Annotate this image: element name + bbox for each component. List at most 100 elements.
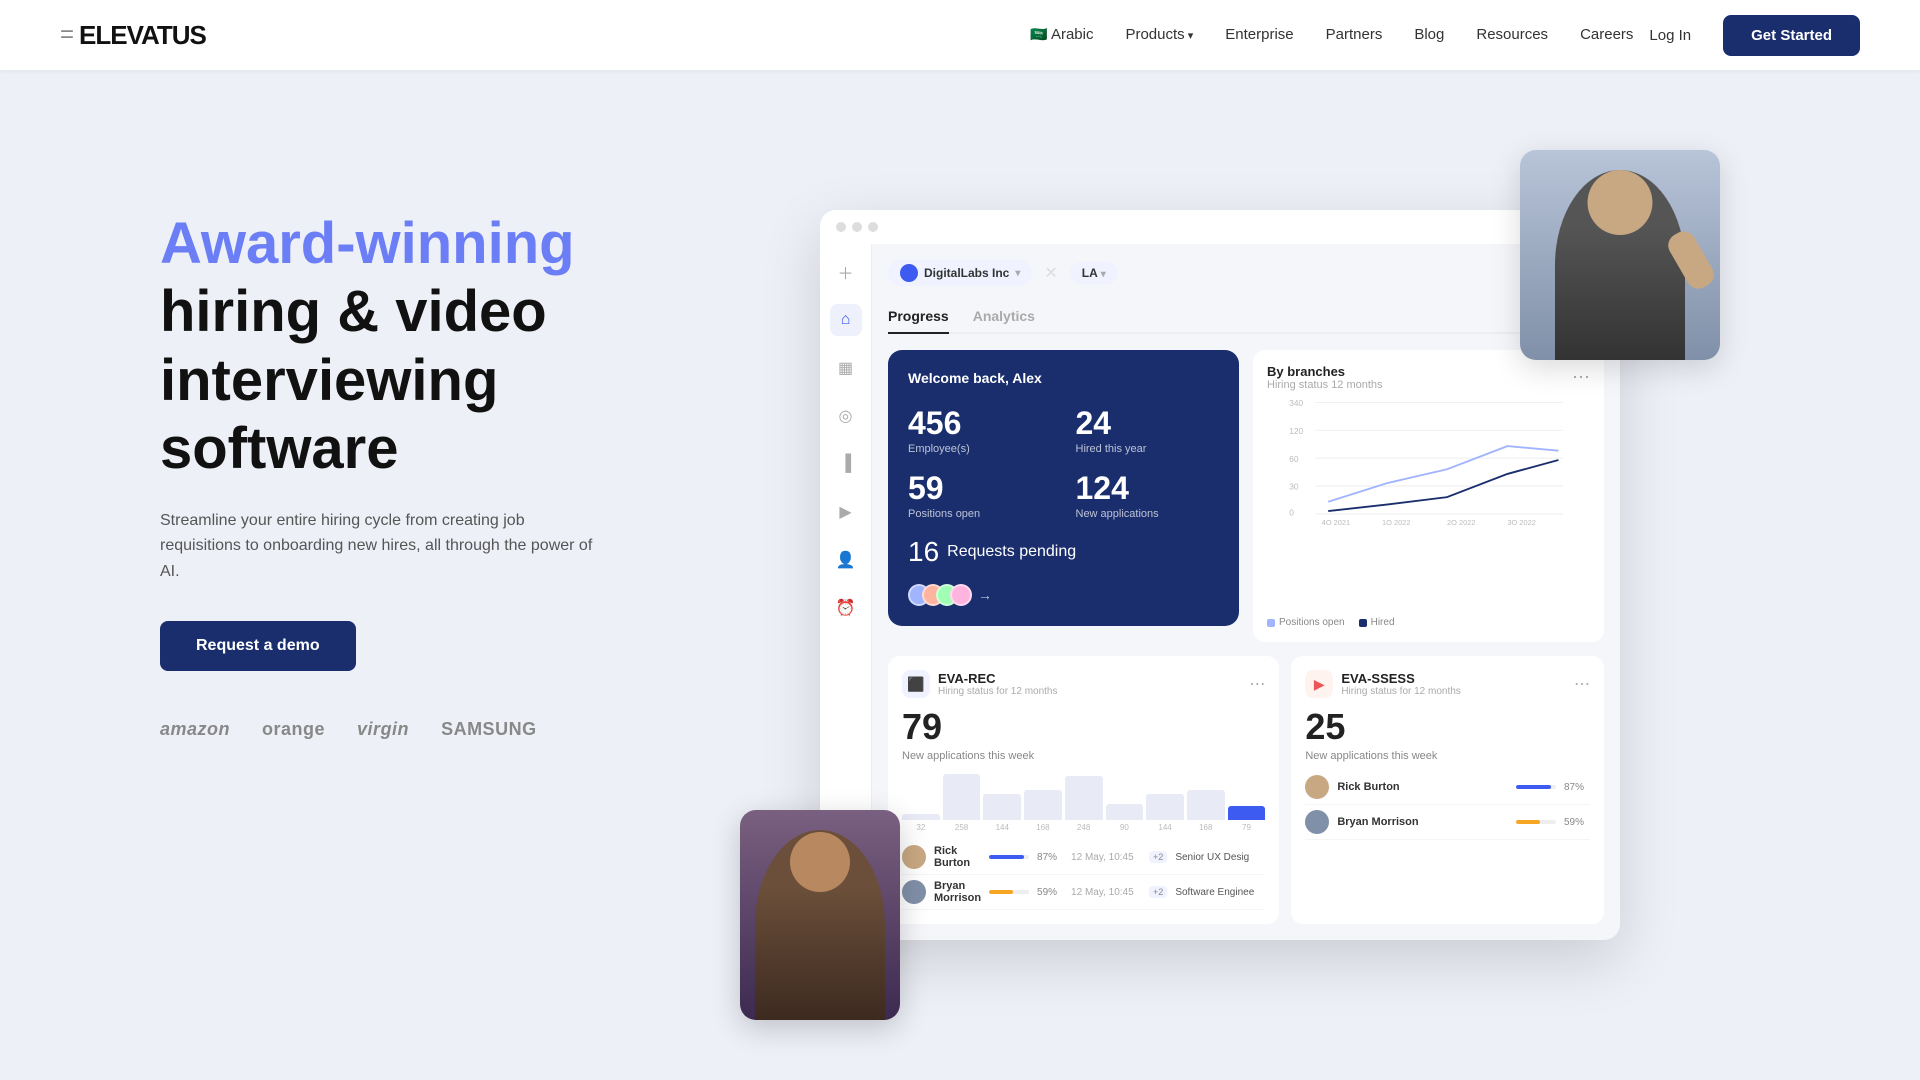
eva-rec-period: Hiring status for 12 months (938, 686, 1058, 697)
bryan-date: 12 May, 10:45 (1071, 887, 1141, 898)
tab-analytics[interactable]: Analytics (973, 302, 1035, 332)
products-row: ⬛ EVA-REC Hiring status for 12 months ⋯ … (888, 656, 1604, 924)
nav-enterprise[interactable]: Enterprise (1225, 26, 1293, 43)
bar-label-8: 79 (1228, 823, 1266, 832)
bryan-name: Bryan Morrison (934, 880, 981, 904)
rick-plus: +2 (1149, 851, 1167, 863)
company-badge[interactable]: DigitalLabs Inc ▾ (888, 260, 1032, 286)
eva-ssess-icon: ▶ (1305, 670, 1333, 698)
person-row-bryan: Bryan Morrison 59% 12 May, 10:45 +2 Soft… (902, 875, 1265, 910)
sidebar-clock-icon[interactable]: ⏰ (830, 592, 862, 624)
sidebar-person-icon[interactable]: 👤 (830, 544, 862, 576)
ssess-rick-pct: 87% (1564, 782, 1590, 793)
site-logo: =ELEVATUS (60, 20, 206, 51)
product-eva-rec: ⬛ EVA-REC Hiring status for 12 months ⋯ … (888, 656, 1279, 924)
sidebar-chart-icon[interactable]: ◎ (830, 400, 862, 432)
arrow-icon[interactable]: → (978, 587, 992, 603)
rick-role: Senior UX Desig (1175, 852, 1265, 863)
stat-positions: 59 Positions open (908, 471, 1052, 520)
sidebar-home-icon[interactable]: ⌂ (830, 304, 862, 336)
svg-text:4Q 2021: 4Q 2021 (1322, 518, 1350, 525)
titlebar-dot-3 (868, 222, 878, 232)
eva-ssess-menu[interactable]: ⋯ (1574, 674, 1590, 694)
dashboard-window: ＋ ⌂ ▦ ◎ ▐ ▶ 👤 ⏰ DigitalLabs Inc (820, 210, 1620, 940)
rick-avatar (902, 845, 926, 869)
nav-careers[interactable]: Careers (1580, 26, 1633, 43)
samsung-logo: SAMSUNG (441, 719, 537, 740)
eva-rec-icon: ⬛ (902, 670, 930, 698)
bar-5 (1106, 804, 1144, 820)
amazon-logo: amazon (160, 719, 230, 740)
eva-rec-menu[interactable]: ⋯ (1249, 674, 1265, 694)
svg-text:2Q 2022: 2Q 2022 (1447, 518, 1475, 525)
eva-rec-big-num: 79 (902, 706, 1265, 748)
stats-card: Welcome back, Alex 456 Employee(s) 24 Hi… (888, 350, 1239, 626)
eva-rec-name: EVA-REC (938, 671, 1058, 686)
stat-employees: 456 Employee(s) (908, 406, 1052, 455)
nav-blog[interactable]: Blog (1414, 26, 1444, 43)
demo-button[interactable]: Request a demo (160, 621, 356, 671)
bar-4 (1065, 776, 1103, 820)
hero-section: Award-winning hiring & video interviewin… (0, 70, 1920, 1080)
nav-products[interactable]: Products (1125, 26, 1193, 43)
eva-rec-bar-labels: 322581441682489014416879 (902, 823, 1265, 832)
hero-right: ＋ ⌂ ▦ ◎ ▐ ▶ 👤 ⏰ DigitalLabs Inc (740, 130, 1800, 1080)
bryan-progress (989, 890, 1029, 894)
sidebar-video-icon[interactable]: ▶ (830, 496, 862, 528)
bar-0 (902, 814, 940, 820)
stat-applications: 124 New applications (1076, 471, 1220, 520)
product-eva-ssess: ▶ EVA-SSESS Hiring status for 12 months … (1291, 656, 1604, 924)
sidebar-add-icon[interactable]: ＋ (830, 256, 862, 288)
eva-rec-candidates: Rick Burton 87% 12 May, 10:45 +2 Senior … (902, 840, 1265, 910)
eva-ssess-period: Hiring status for 12 months (1341, 686, 1461, 697)
avatar-4 (950, 584, 972, 606)
stats-footer: 16 Requests pending (908, 536, 1219, 568)
svg-text:340: 340 (1289, 398, 1303, 408)
bryan-role: Software Enginee (1175, 887, 1265, 898)
person-image-bottom (740, 810, 900, 1020)
login-button[interactable]: Log In (1633, 19, 1707, 52)
rick-name: Rick Burton (934, 845, 981, 869)
bar-8 (1228, 806, 1266, 820)
svg-text:1Q 2022: 1Q 2022 (1382, 518, 1410, 525)
sidebar-table-icon[interactable]: ▦ (830, 352, 862, 384)
dashboard-tabs: Progress Analytics (888, 302, 1604, 334)
ssess-person-row-bryan: Bryan Morrison 59% (1305, 805, 1590, 840)
eva-ssess-name-row: ▶ EVA-SSESS Hiring status for 12 months (1305, 670, 1461, 698)
get-started-button[interactable]: Get Started (1723, 15, 1860, 56)
hero-subtitle: Streamline your entire hiring cycle from… (160, 508, 600, 585)
virgin-logo: virgin (357, 719, 409, 740)
svg-text:30: 30 (1289, 482, 1299, 492)
rick-progress (989, 855, 1029, 859)
eva-ssess-label: New applications this week (1305, 750, 1590, 762)
sidebar-bar-icon[interactable]: ▐ (830, 448, 862, 480)
bryan-avatar (902, 880, 926, 904)
svg-text:3Q 2022: 3Q 2022 (1507, 518, 1535, 525)
legend-hired: Hired (1359, 617, 1395, 628)
bar-label-0: 32 (902, 823, 940, 832)
tab-progress[interactable]: Progress (888, 302, 949, 334)
lang-badge[interactable]: LA ▾ (1070, 262, 1118, 284)
stat-hired: 24 Hired this year (1076, 406, 1220, 455)
eva-rec-header: ⬛ EVA-REC Hiring status for 12 months ⋯ (902, 670, 1265, 698)
client-logos: amazon orange virgin SAMSUNG (160, 719, 680, 740)
eva-ssess-big-num: 25 (1305, 706, 1590, 748)
svg-text:120: 120 (1289, 426, 1303, 436)
ssess-bryan-avatar (1305, 810, 1329, 834)
bar-2 (983, 794, 1021, 820)
svg-text:60: 60 (1289, 454, 1299, 464)
ssess-bryan-progress (1516, 820, 1556, 824)
bar-6 (1146, 794, 1184, 820)
chart-subtitle: Hiring status 12 months (1267, 379, 1383, 391)
nav-resources[interactable]: Resources (1476, 26, 1548, 43)
bar-label-1: 258 (943, 823, 981, 832)
ssess-rick-avatar (1305, 775, 1329, 799)
chart-section: By branches Hiring status 12 months ⋯ 34… (1253, 350, 1604, 642)
svg-text:0: 0 (1289, 508, 1294, 518)
rick-pct: 87% (1037, 852, 1063, 863)
nav-partners[interactable]: Partners (1326, 26, 1383, 43)
rick-date: 12 May, 10:45 (1071, 852, 1141, 863)
bar-label-6: 144 (1146, 823, 1184, 832)
nav-arabic[interactable]: 🇸🇦 Arabic (1030, 26, 1093, 43)
chart-menu-button[interactable]: ⋯ (1572, 367, 1590, 388)
